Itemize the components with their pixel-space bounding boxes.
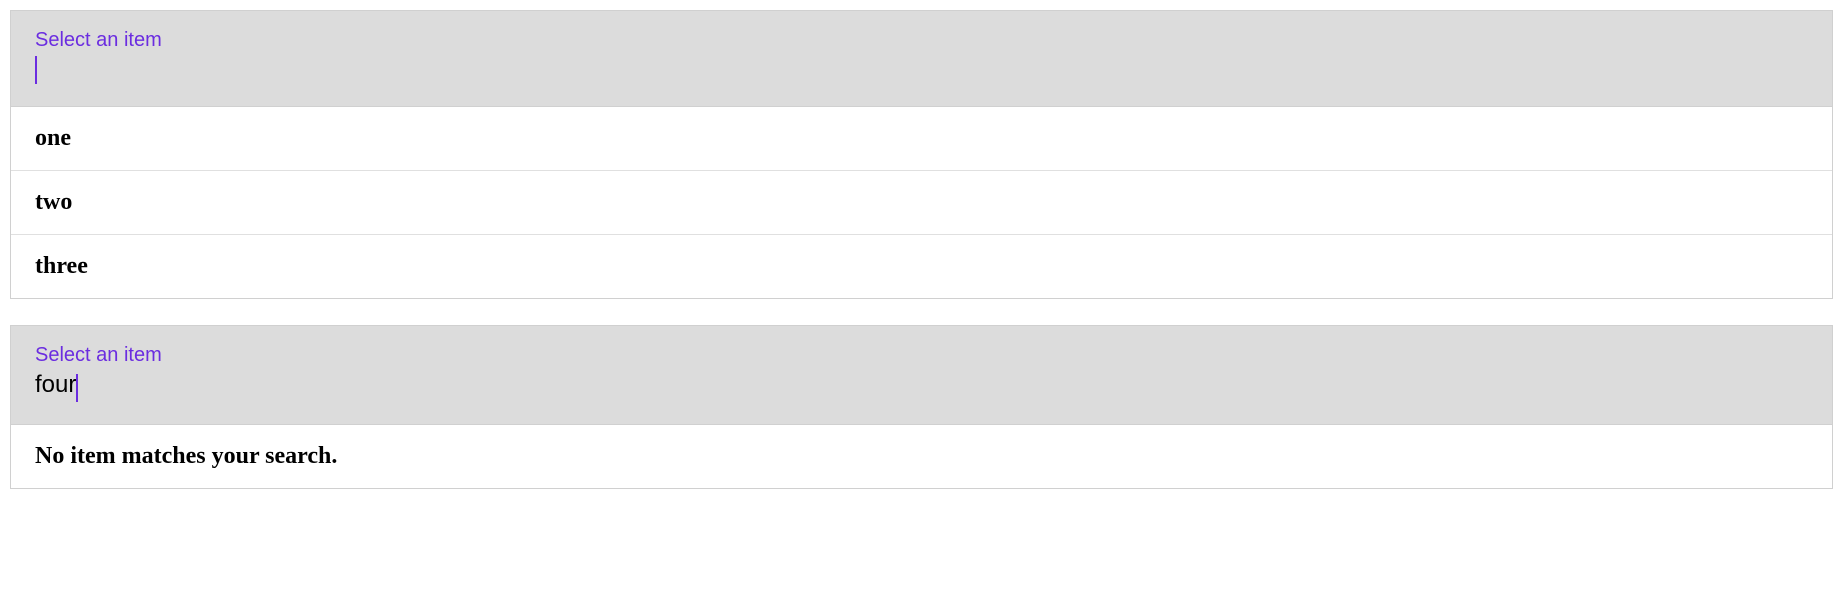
autocomplete-select-2: Select an item four No item matches your…: [10, 325, 1833, 489]
input-wrapper: four: [35, 371, 1808, 402]
options-list: one two three: [11, 106, 1832, 298]
input-value: four: [35, 371, 76, 398]
input-label: Select an item: [35, 344, 1808, 367]
no-results-message: No item matches your search.: [11, 424, 1832, 488]
option-item-two[interactable]: two: [11, 170, 1832, 234]
input-area[interactable]: Select an item: [11, 11, 1832, 106]
input-area[interactable]: Select an item four: [11, 326, 1832, 424]
option-item-one[interactable]: one: [11, 106, 1832, 170]
option-item-three[interactable]: three: [11, 234, 1832, 298]
input-wrapper: [35, 56, 1808, 84]
input-label: Select an item: [35, 29, 1808, 52]
text-cursor: [35, 56, 37, 84]
text-cursor: [76, 374, 78, 402]
autocomplete-select-1: Select an item one two three: [10, 10, 1833, 299]
